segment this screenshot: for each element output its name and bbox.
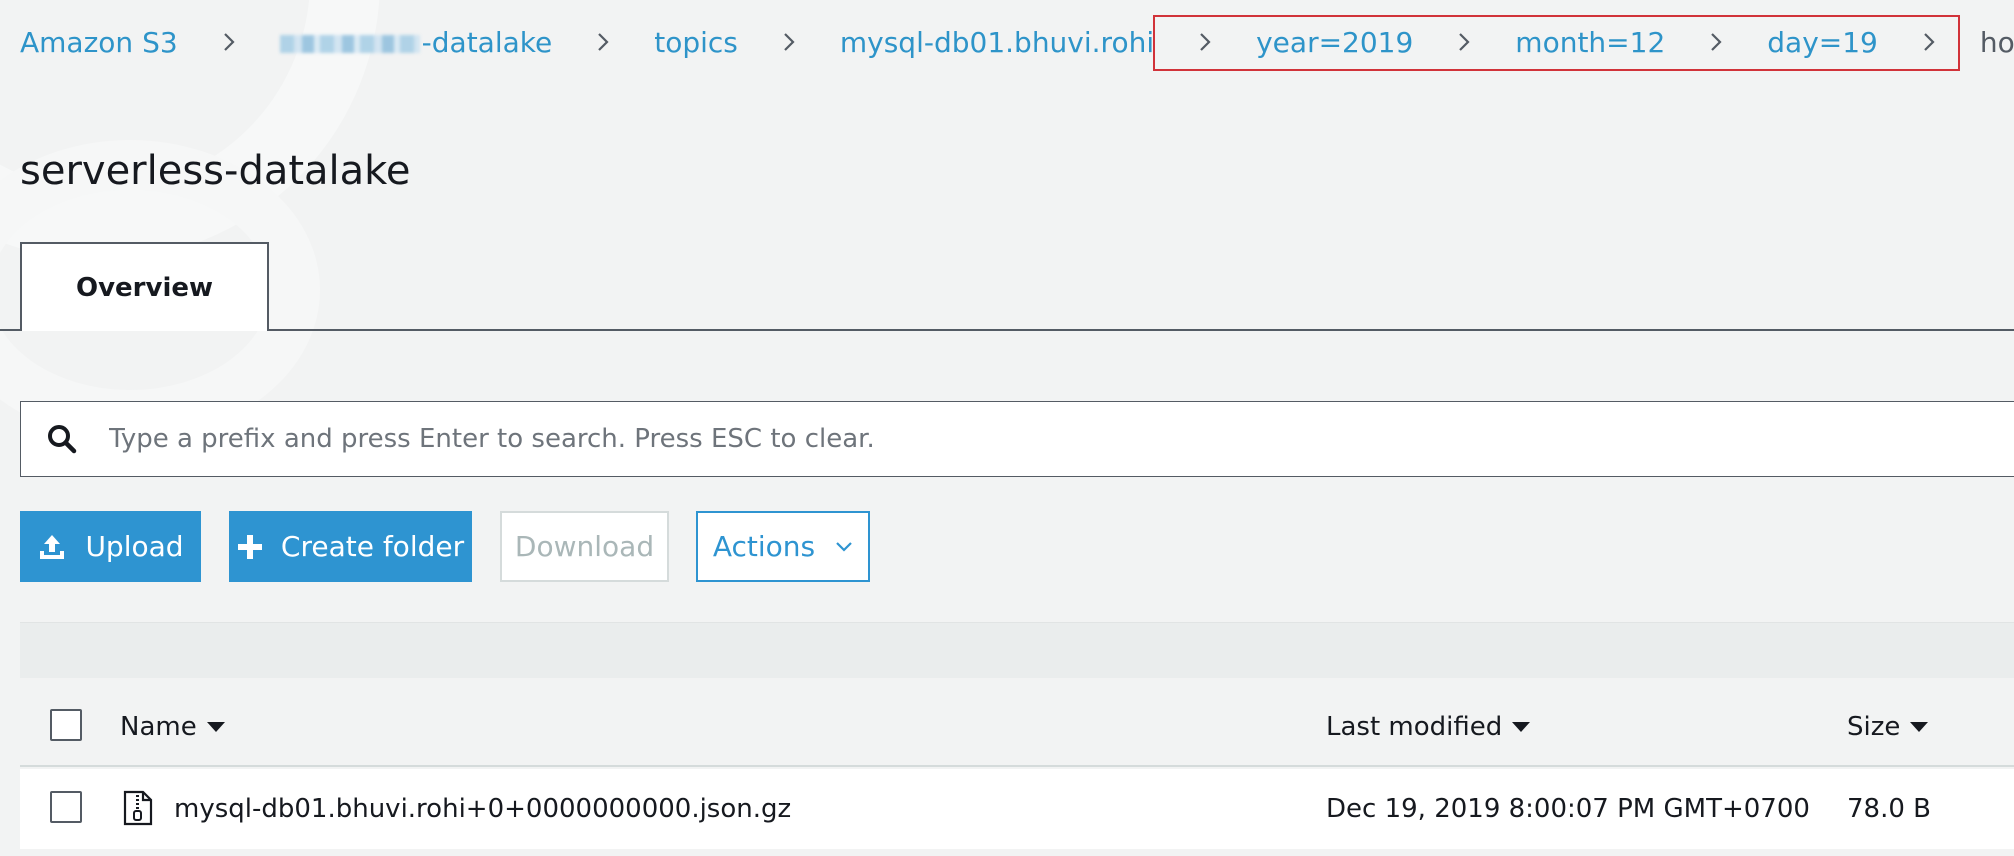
sort-caret-down-icon — [1512, 722, 1531, 732]
table-header: Name Last modified Size — [20, 687, 2014, 767]
row-checkbox[interactable] — [50, 791, 82, 823]
breadcrumb-amazon-s3[interactable]: Amazon S3 — [20, 26, 178, 59]
chevron-right-icon — [776, 29, 802, 55]
upload-icon — [37, 532, 67, 562]
column-header-name-label: Name — [120, 712, 197, 742]
breadcrumb-bucket-label: -datalake — [421, 25, 553, 59]
plus-icon — [237, 534, 263, 560]
tab-overview[interactable]: Overview — [20, 242, 269, 331]
table-info-strip — [20, 622, 2014, 678]
breadcrumb-hour-current: hour=19 — [1979, 25, 2014, 59]
column-header-last-modified-label: Last modified — [1326, 712, 1503, 742]
column-header-last-modified[interactable]: Last modified — [1326, 707, 1531, 747]
column-header-name[interactable]: Name — [120, 707, 225, 747]
actions-dropdown-button[interactable]: Actions — [696, 511, 870, 582]
chevron-right-icon — [1916, 29, 1942, 55]
sort-caret-down-icon — [1910, 722, 1929, 732]
tab-divider — [0, 329, 2014, 331]
upload-button-label: Upload — [85, 530, 184, 563]
s3-console-page: Amazon S3 -datalake topics mysql-db01.bh… — [0, 0, 2014, 856]
zip-file-icon — [123, 790, 153, 826]
upload-button[interactable]: Upload — [20, 511, 201, 582]
breadcrumb-topic-folder[interactable]: mysql-db01.bhuvi.rohi — [840, 26, 1154, 59]
download-button[interactable]: Download — [500, 511, 669, 582]
chevron-right-icon — [1703, 29, 1729, 55]
file-name-link[interactable]: mysql-db01.bhuvi.rohi+0+0000000000.json.… — [174, 789, 791, 829]
breadcrumb: Amazon S3 -datalake topics mysql-db01.bh… — [20, 22, 2014, 62]
search-input[interactable] — [109, 402, 2014, 476]
sort-caret-down-icon — [206, 722, 225, 732]
column-header-size[interactable]: Size — [1847, 707, 1929, 747]
breadcrumb-bucket[interactable]: -datalake — [279, 25, 553, 59]
chevron-right-icon — [216, 29, 242, 55]
create-folder-button-label: Create folder — [280, 530, 465, 563]
chevron-right-icon — [1192, 29, 1218, 55]
table-row: mysql-db01.bhuvi.rohi+0+0000000000.json.… — [20, 769, 2014, 849]
search-icon — [45, 422, 79, 456]
create-folder-button[interactable]: Create folder — [229, 511, 472, 582]
breadcrumb-month[interactable]: month=12 — [1515, 26, 1665, 59]
chevron-right-icon — [590, 29, 616, 55]
file-last-modified: Dec 19, 2019 8:00:07 PM GMT+0700 — [1326, 794, 1810, 824]
chevron-down-icon — [835, 541, 853, 553]
select-all-checkbox[interactable] — [50, 709, 82, 741]
chevron-right-icon — [1451, 29, 1477, 55]
breadcrumb-year[interactable]: year=2019 — [1256, 26, 1413, 59]
breadcrumb-topics[interactable]: topics — [654, 26, 738, 59]
page-title: serverless-datalake — [20, 148, 411, 194]
file-size: 78.0 B — [1847, 794, 1931, 824]
search-bar — [20, 401, 2014, 477]
redacted-bucket-prefix — [279, 34, 420, 53]
column-header-size-label: Size — [1847, 712, 1901, 742]
breadcrumb-day[interactable]: day=19 — [1767, 26, 1878, 59]
actions-button-label: Actions — [712, 530, 816, 563]
